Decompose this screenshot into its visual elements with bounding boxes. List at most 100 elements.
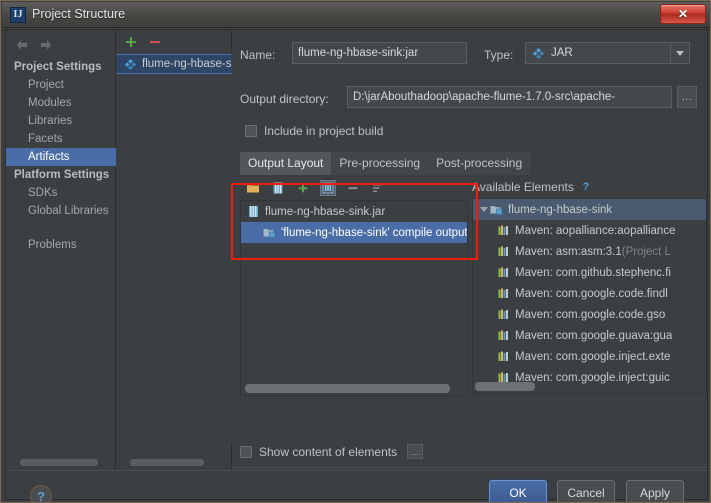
type-value: JAR [551,47,573,59]
tab-pre-processing[interactable]: Pre-processing [331,152,429,175]
list-item-label: Maven: asm:asm:3.1 [515,245,622,258]
list-item[interactable]: Maven: com.github.stephenc.fi [473,262,706,283]
tree-row[interactable]: flume-ng-hbase-sink.jar [241,201,467,222]
archive-icon [247,205,260,218]
title-bar: IJ Project Structure ✕ [2,2,710,28]
library-icon [497,245,510,258]
question-mark-icon[interactable]: ? [580,181,592,193]
dialog-content: Project Settings Project Modules Librari… [5,29,708,502]
sort-icon[interactable] [371,181,385,195]
list-item[interactable]: Maven: com.google.code.gso [473,304,706,325]
library-icon [497,287,510,300]
library-icon [497,392,510,393]
artifacts-list: flume-ng-hbase-sink:jar [116,54,232,444]
output-layout-horizontal-scrollbar[interactable] [245,384,450,393]
artifacts-horizontal-scrollbar[interactable] [130,459,204,466]
include-in-build-label: Include in project build [264,124,384,138]
sidebar-nav [12,34,72,56]
list-item-label: Maven: com.google.code.findl [515,287,668,300]
sidebar-item-sdks[interactable]: SDKs [6,184,116,202]
plus-icon[interactable] [124,35,138,49]
name-input[interactable]: flume-ng-hbase-sink:jar [292,42,467,64]
sidebar-item-artifacts[interactable]: Artifacts [6,148,116,166]
sidebar-item-libraries[interactable]: Libraries [6,112,116,130]
show-content-row: Show content of elements ... [240,444,424,459]
project-structure-window: IJ Project Structure ✕ Project Settings … [0,0,711,503]
tab-post-processing[interactable]: Post-processing [428,152,531,175]
footer-divider [232,467,707,468]
list-item[interactable]: Maven: aopalliance:aopalliance [473,220,706,241]
add-plus-icon[interactable] [296,181,310,195]
sidebar-item-project[interactable]: Project [6,76,116,94]
library-icon [497,266,510,279]
list-item-label: Maven: com.google.inject:guic [515,371,670,384]
list-item-suffix: (Project L [621,245,671,258]
browse-output-directory-button[interactable]: ... [677,86,697,108]
library-icon [497,308,510,321]
dialog-footer: ? OK Cancel Apply [6,470,707,502]
close-icon[interactable]: ✕ [660,4,706,24]
cancel-button[interactable]: Cancel [557,480,615,502]
sidebar-item-modules[interactable]: Modules [6,94,116,112]
available-elements-header: Available Elements ? [472,178,707,196]
sidebar-item-problems[interactable]: Problems [6,236,116,254]
library-icon [497,350,510,363]
help-icon[interactable]: ? [30,485,52,502]
available-elements-pane: Available Elements ? flume-ng-hbase-sink [472,178,707,416]
add-archive-icon[interactable] [271,181,285,195]
output-layout-pane: flume-ng-hbase-sink.jar 'flume-ng-hbase-… [240,178,468,416]
sidebar-list: Project Settings Project Modules Librari… [6,58,116,254]
sidebar-item-global-libraries[interactable]: Global Libraries [6,202,116,220]
extract-into-icon[interactable] [320,180,336,196]
list-item-label: Maven: aopalliance:aopalliance [515,224,676,237]
available-elements-title: Available Elements [472,180,574,194]
artifact-detail-panel: Name: flume-ng-hbase-sink:jar Type: JAR … [232,30,707,470]
minus-icon[interactable] [148,35,162,49]
sidebar-group-platform-settings: Platform Settings [14,169,110,181]
list-item-label: Maven: com.google.code.gso [515,308,666,321]
show-content-checkbox[interactable] [240,445,252,458]
output-directory-input[interactable]: D:\jarAbouthadoop\apache-flume-1.7.0-src… [347,86,672,108]
list-item[interactable]: Maven: asm:asm:3.1 (Project L [473,241,706,262]
list-item-label: Maven: com.github.stephenc.fi [515,266,671,279]
tab-output-layout[interactable]: Output Layout [240,152,332,175]
available-elements-list: flume-ng-hbase-sink Maven: aopalliance:a… [472,198,707,394]
type-select[interactable]: JAR [525,42,690,64]
include-in-build-checkbox[interactable]: Include in project build [245,124,383,138]
module-output-icon [263,226,276,239]
window-title: Project Structure [32,7,126,21]
ok-button[interactable]: OK [489,480,547,502]
sidebar-item-facets[interactable]: Facets [6,130,116,148]
list-item-label: Maven: com.google.inject.exte [515,350,671,363]
module-icon [490,203,503,216]
chevron-down-icon[interactable] [479,205,488,214]
available-elements-horizontal-scrollbar[interactable] [475,382,535,391]
artifact-jar-icon [124,58,137,71]
sidebar-group-project-settings: Project Settings [14,61,102,73]
tree-row[interactable]: 'flume-ng-hbase-sink' compile output [241,222,467,243]
list-item[interactable]: Maven: com.google.inject.exte [473,346,706,367]
artifacts-pane: flume-ng-hbase-sink:jar [116,30,232,470]
show-content-label: Show content of elements [259,444,398,459]
back-arrow-icon[interactable] [14,37,30,53]
show-content-options-button[interactable]: ... [407,444,424,459]
output-directory-label: Output directory: [240,92,329,106]
apply-button[interactable]: Apply [626,480,684,502]
list-item-label: Maven: com.google.protobuf: [515,393,664,394]
output-layout-tree: flume-ng-hbase-sink.jar 'flume-ng-hbase-… [240,200,468,396]
sidebar-horizontal-scrollbar[interactable] [20,459,98,466]
remove-icon[interactable] [346,181,360,195]
forward-arrow-icon[interactable] [38,37,54,53]
library-icon [497,224,510,237]
list-item-label: flume-ng-hbase-sink [508,203,613,216]
tree-row-label: 'flume-ng-hbase-sink' compile output [281,226,467,239]
list-item[interactable]: Maven: com.google.code.findl [473,283,706,304]
add-folder-icon[interactable] [246,181,260,195]
type-label: Type: [484,48,514,62]
chevron-down-icon[interactable] [670,43,689,63]
list-item[interactable]: flume-ng-hbase-sink [473,199,706,220]
list-item[interactable]: flume-ng-hbase-sink:jar [116,54,232,74]
name-label: Name: [240,48,276,62]
list-item[interactable]: Maven: com.google.guava:gua [473,325,706,346]
